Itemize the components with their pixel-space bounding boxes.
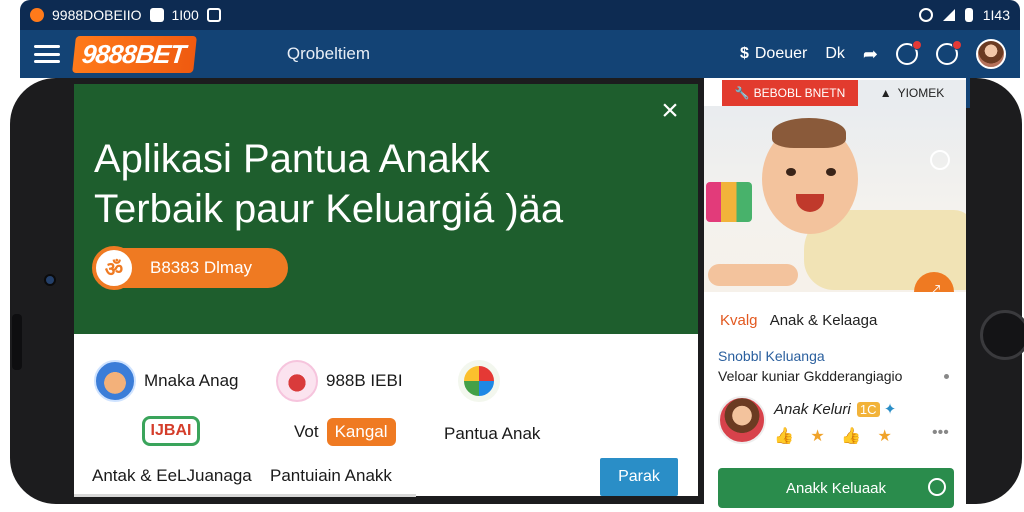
language-label[interactable]: Dk: [825, 45, 845, 63]
tab-label: YIOMEK: [897, 86, 945, 100]
ijbai-chip[interactable]: IJBAI: [142, 416, 200, 446]
feature-label: Pantua Anak: [444, 424, 541, 443]
feature-grid: Mnaka Anag 988B IEBI IJBAI Vot Kangal Pa…: [74, 334, 698, 497]
vot-label: Vot: [294, 422, 319, 441]
plus-icon: ✦: [883, 401, 897, 418]
panel-divider: [74, 494, 416, 497]
right-tabs: 🔧 BEBOBL BNETN ▲ YIOMEK: [722, 80, 966, 106]
currency-selector[interactable]: $ Doeuer: [740, 45, 807, 63]
feature-item-mnaka[interactable]: Mnaka Anag: [94, 360, 239, 402]
feature-item-pantua[interactable]: [458, 360, 500, 402]
child-name-text: Anak Keluri: [774, 401, 851, 418]
phone-side-button: [12, 314, 22, 370]
child-age-tag: 1C: [856, 402, 880, 417]
section2-dot: [944, 374, 949, 379]
wifi-icon: [918, 8, 933, 22]
baby-hair: [772, 118, 846, 148]
child-photo-avatar[interactable]: [718, 396, 766, 444]
gift-icon: [276, 360, 318, 402]
app-notification-icon: [30, 8, 44, 22]
section1-lead: Kvalg: [720, 312, 758, 329]
baby-eye: [826, 168, 836, 176]
logo-number: 9888: [80, 38, 138, 69]
photo-notification-icon: [206, 8, 221, 22]
hero-cta-button[interactable]: ॐ B8383 Dlmay: [92, 246, 288, 290]
pinwheel-icon: [458, 360, 500, 402]
section2-title: Snobbl Keluanga: [718, 348, 825, 364]
feature-label: 988B IEBI: [326, 371, 403, 390]
status-bar: 9988DOBEIIO 1I00 1I43: [20, 0, 1020, 30]
currency-label: Doeuer: [754, 45, 808, 62]
chat-icon[interactable]: [896, 40, 922, 65]
baby-photo: ⤢: [704, 106, 966, 292]
section2-subtitle: Veloar kuniar Gkdderangiagio: [718, 368, 903, 384]
button-label: Anakk Keluaak: [785, 479, 887, 497]
chat-badge: [912, 40, 922, 50]
image-notification-icon: [149, 8, 164, 22]
feature-label: Pantuiain Anakk: [270, 466, 392, 485]
child-name: Anak Keluri 1C ✦: [774, 400, 896, 418]
hero-title-line2: Terbaik paur Keluargiá )äa: [94, 187, 564, 231]
hero-title-line1: Aplikasi Pantua Anakk: [94, 137, 490, 181]
close-icon[interactable]: ×: [658, 96, 682, 126]
feature-item-988b[interactable]: 988B IEBI: [276, 360, 403, 402]
brand-logo[interactable]: 9888BET: [72, 35, 197, 73]
avatar[interactable]: [976, 39, 1006, 69]
tab-label: BEBOBL BNETN: [753, 86, 846, 100]
more-options-icon[interactable]: •••: [932, 424, 949, 442]
power-icon: [928, 478, 946, 496]
feature-label: Mnaka Anag: [144, 371, 239, 390]
edge-strip: [966, 78, 970, 108]
status-left-text: 9988DOBEIIO: [52, 7, 142, 23]
pantua-anak-label-item[interactable]: Pantua Anak: [444, 424, 540, 444]
settings-icon[interactable]: [930, 150, 950, 170]
menu-icon[interactable]: [34, 45, 60, 63]
baby-arm: [708, 264, 798, 286]
status-center-text: 1I00: [171, 7, 199, 23]
hero-cta-label: B8383 Dlmay: [150, 258, 253, 277]
user-badge: [952, 40, 962, 50]
home-icon: ▲: [879, 86, 892, 100]
vot-kangal-item[interactable]: Vot Kangal: [294, 418, 396, 446]
signal-icon: [942, 9, 955, 21]
status-time: 1I43: [982, 7, 1010, 23]
header-title: Qrobeltiem: [286, 44, 370, 63]
hero-banner: × Aplikasi Pantua Anakk Terbaik paur Kel…: [74, 84, 698, 334]
header-actions: $ Doeuer Dk ➦: [740, 39, 1006, 69]
child-avatar-icon: [94, 360, 136, 402]
baby-eye: [786, 168, 796, 176]
feature-label: Antak & EeLJuanaga: [92, 466, 252, 485]
logo-bet: BET: [134, 38, 187, 69]
kangal-chip: Kangal: [326, 418, 396, 446]
section-anak-keluarga: Kvalg Anak & Kelaaga: [720, 312, 877, 329]
tab-bebobl[interactable]: 🔧 BEBOBL BNETN: [722, 80, 858, 106]
right-panel: 🔧 BEBOBL BNETN ▲ YIOMEK ⤢ Kvalg Anak & K…: [704, 78, 966, 508]
status-right-group: 1I43: [918, 7, 1010, 23]
section1-text: Anak & Kelaaga: [769, 312, 878, 329]
app-header: 9888BET Qrobeltiem $ Doeuer Dk ➦: [20, 30, 1020, 78]
anak-keluarga-button[interactable]: Anakk Keluaak: [718, 468, 954, 508]
parak-button[interactable]: Parak: [600, 458, 678, 496]
share-icon[interactable]: ➦: [863, 44, 878, 65]
toy-blocks: [706, 182, 752, 222]
feature-item-antak[interactable]: Antak & EeLJuanaga: [92, 466, 252, 486]
tab-yiomek[interactable]: ▲ YIOMEK: [858, 80, 966, 106]
dollar-icon: $: [739, 45, 749, 62]
user-icon[interactable]: [936, 40, 962, 65]
battery-icon: [964, 8, 973, 22]
front-camera: [44, 274, 56, 286]
feature-item-pantuiain[interactable]: Pantuiain Anakk: [270, 466, 392, 486]
key-icon: 🔧: [734, 86, 750, 100]
om-icon: ॐ: [92, 246, 136, 290]
hero-title: Aplikasi Pantua Anakk Terbaik paur Kelua…: [94, 134, 684, 234]
home-button[interactable]: [980, 310, 1024, 360]
rating-icons: 👍 ★ 👍 ★: [774, 428, 898, 445]
